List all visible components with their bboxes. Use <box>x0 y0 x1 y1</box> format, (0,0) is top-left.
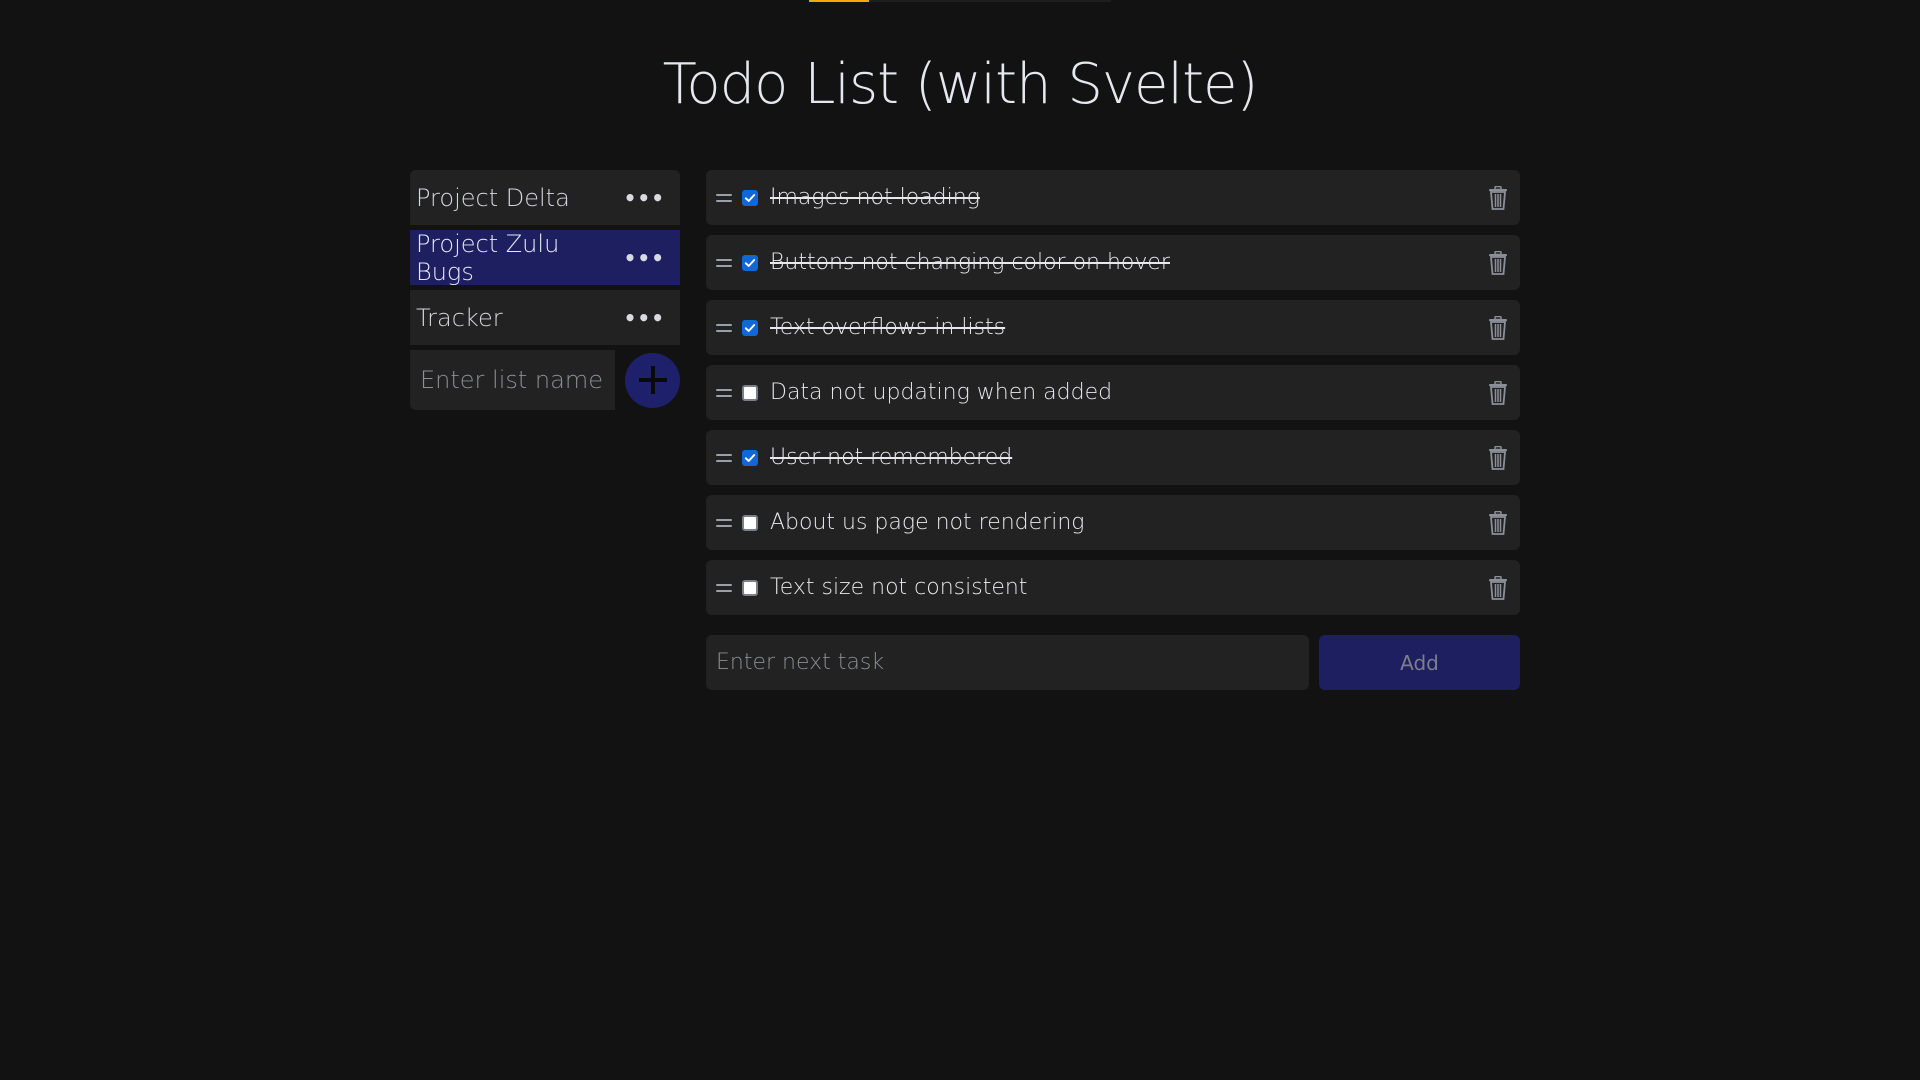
task-item: Buttons not changing color on hover <box>706 235 1520 290</box>
trash-icon[interactable] <box>1488 510 1508 535</box>
task-checkbox[interactable] <box>742 319 758 336</box>
task-text: About us page not rendering <box>770 510 1085 535</box>
plus-icon <box>638 366 667 394</box>
task-checkbox[interactable] <box>742 254 758 271</box>
task-text: Text size not consistent <box>770 575 1028 600</box>
list-sidebar: Project Delta ••• Project Zulu Bugs ••• Trac… <box>410 170 680 410</box>
drag-handle-icon[interactable] <box>716 583 732 592</box>
progress-bar-fill <box>809 0 870 2</box>
trash-icon[interactable] <box>1488 185 1508 210</box>
list-name-input[interactable] <box>410 350 615 410</box>
task-text: Buttons not changing color on hover <box>770 250 1170 275</box>
task-item: Images not loading <box>706 170 1520 225</box>
progress-bar <box>809 0 1111 2</box>
list-item[interactable]: Project Delta ••• <box>410 170 680 225</box>
add-list-button[interactable] <box>625 352 680 408</box>
task-item: Text size not consistent <box>706 560 1520 615</box>
trash-icon[interactable] <box>1488 380 1508 405</box>
new-task-row: Add <box>706 635 1520 690</box>
trash-icon[interactable] <box>1488 445 1508 470</box>
new-list-row <box>410 350 680 410</box>
drag-handle-icon[interactable] <box>716 518 732 527</box>
trash-icon[interactable] <box>1488 250 1508 275</box>
drag-handle-icon[interactable] <box>716 193 732 202</box>
page-title: Todo List (with Svelte) <box>662 52 1259 117</box>
task-checkbox[interactable] <box>742 514 758 531</box>
task-checkbox[interactable] <box>742 449 758 466</box>
task-item: Text overflows in lists <box>706 300 1520 355</box>
new-task-input[interactable] <box>706 635 1309 690</box>
task-text: Data not updating when added <box>770 380 1113 405</box>
drag-handle-icon[interactable] <box>716 258 732 267</box>
more-horizontal-icon[interactable]: ••• <box>614 248 675 268</box>
task-checkbox[interactable] <box>742 579 758 596</box>
list-item-label: Tracker <box>416 303 503 332</box>
list-item[interactable]: Tracker ••• <box>410 290 680 345</box>
add-task-button[interactable]: Add <box>1319 635 1520 690</box>
more-horizontal-icon[interactable]: ••• <box>614 308 675 328</box>
drag-handle-icon[interactable] <box>716 388 732 397</box>
list-item-label: Project Zulu Bugs <box>416 229 560 286</box>
drag-handle-icon[interactable] <box>716 453 732 462</box>
task-text: Text overflows in lists <box>770 315 1006 340</box>
task-item: User not remembered <box>706 430 1520 485</box>
trash-icon[interactable] <box>1488 575 1508 600</box>
task-text: Images not loading <box>770 185 980 210</box>
task-item: About us page not rendering <box>706 495 1520 550</box>
task-text: User not remembered <box>770 445 1013 470</box>
trash-icon[interactable] <box>1488 315 1508 340</box>
task-item: Data not updating when added <box>706 365 1520 420</box>
more-horizontal-icon[interactable]: ••• <box>614 188 675 208</box>
list-item[interactable]: Project Zulu Bugs ••• <box>410 229 680 286</box>
drag-handle-icon[interactable] <box>716 323 732 332</box>
task-checkbox[interactable] <box>742 384 758 401</box>
list-item-label: Project Delta <box>416 183 570 212</box>
task-checkbox[interactable] <box>742 189 758 206</box>
task-list: Images not loading Buttons not changing c… <box>706 170 1520 625</box>
